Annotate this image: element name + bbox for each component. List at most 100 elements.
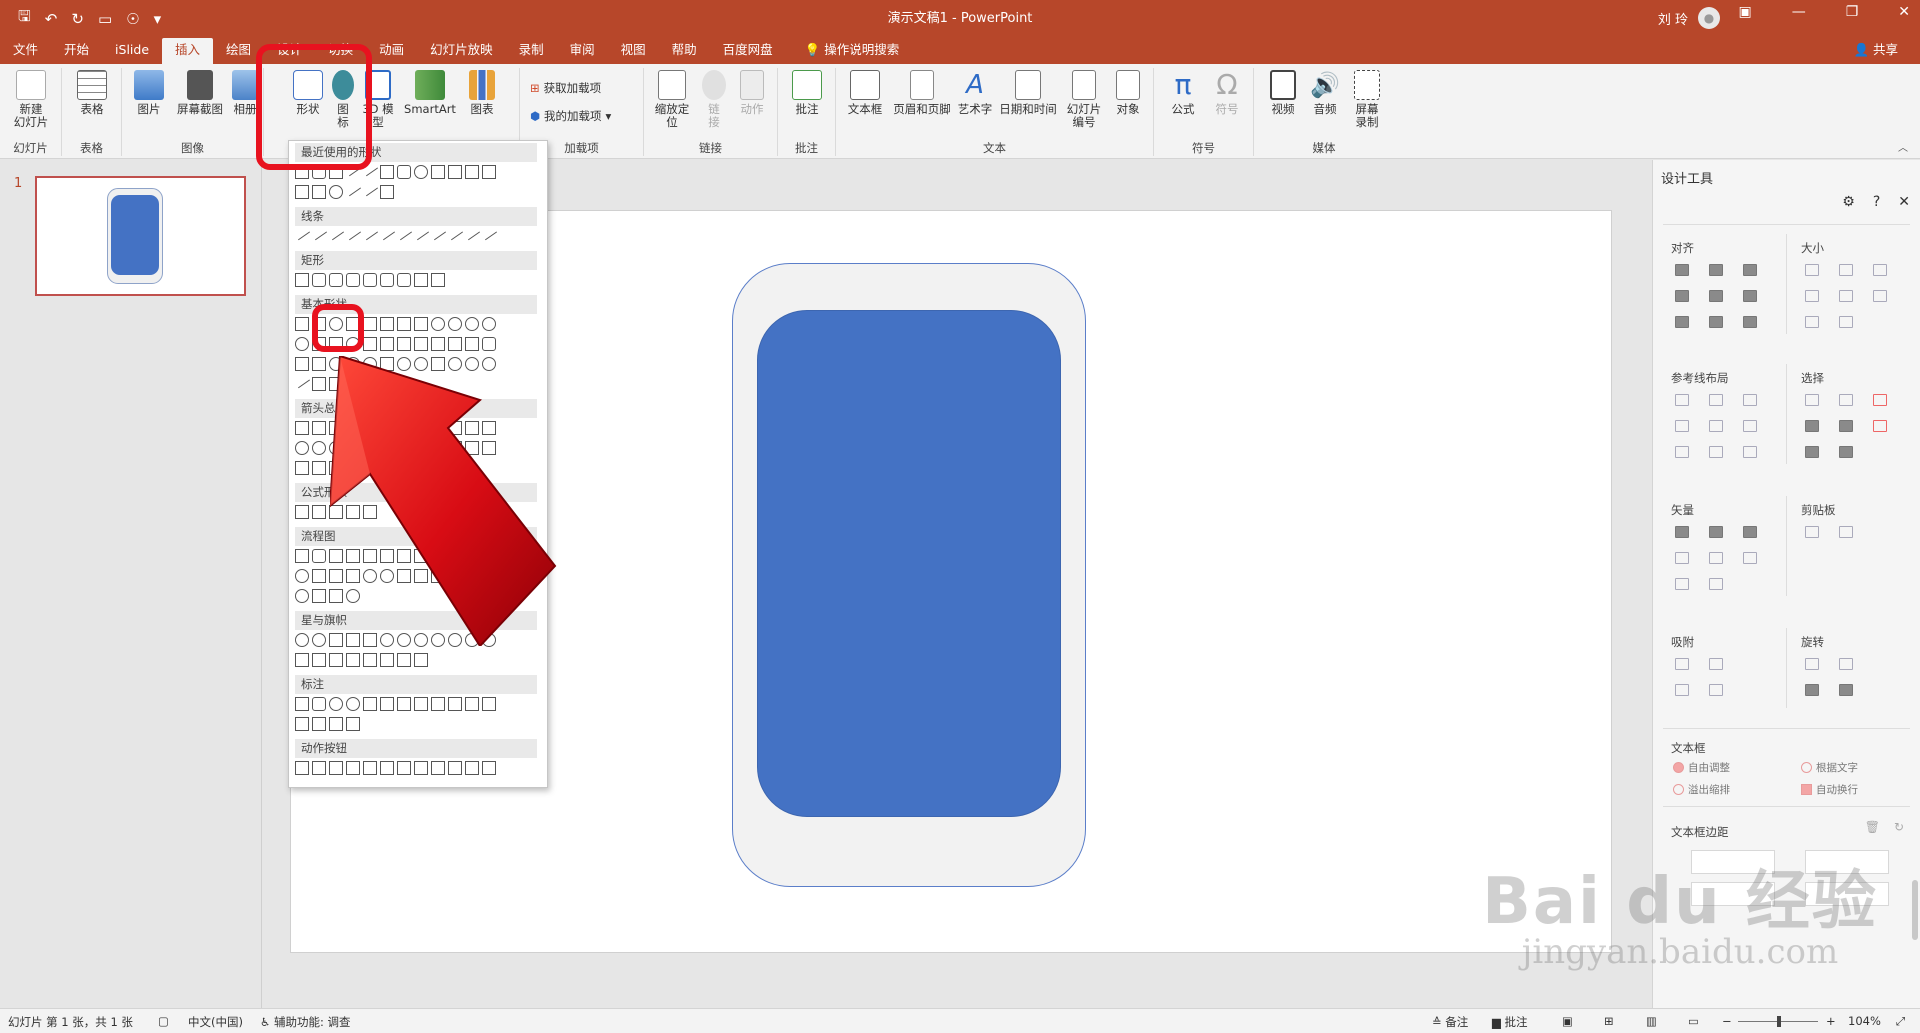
shape-item[interactable] <box>295 441 309 455</box>
zoom-level[interactable]: 104% <box>1848 1014 1881 1028</box>
shape-item[interactable] <box>363 653 377 667</box>
select-icon[interactable] <box>1873 420 1887 432</box>
shape-item[interactable] <box>380 185 394 199</box>
shape-item[interactable] <box>295 653 309 667</box>
wordart-button[interactable]: A 艺术字 <box>954 70 996 116</box>
shape-item[interactable] <box>482 337 496 351</box>
shape-item[interactable] <box>397 697 411 711</box>
design-pane-scrollbar[interactable] <box>1912 880 1918 940</box>
snap-icon[interactable] <box>1675 658 1689 670</box>
shape-item[interactable] <box>312 505 326 519</box>
tab-file[interactable]: 文件 <box>0 38 51 64</box>
shape-item[interactable] <box>344 225 362 241</box>
vector-icon[interactable] <box>1675 552 1689 564</box>
equation-button[interactable]: π 公式 <box>1160 70 1206 116</box>
shape-item[interactable] <box>465 337 479 351</box>
shape-item[interactable] <box>295 589 309 603</box>
zoom-slider-thumb[interactable] <box>1777 1016 1781 1027</box>
guide-icon[interactable] <box>1675 420 1689 432</box>
tab-animations[interactable]: 动画 <box>366 38 417 64</box>
shape-item[interactable] <box>412 225 430 241</box>
guide-icon[interactable] <box>1675 446 1689 458</box>
shape-item[interactable] <box>346 717 360 731</box>
action-button[interactable]: 动作 <box>732 70 772 116</box>
refresh-icon[interactable]: ↻ <box>1894 820 1904 834</box>
select-icon[interactable] <box>1805 420 1819 432</box>
fit-slide-icon[interactable]: ⤢ <box>1896 1014 1905 1029</box>
symbol-button[interactable]: Ω 符号 <box>1204 70 1250 116</box>
shape-item[interactable] <box>431 761 445 775</box>
select-icon[interactable] <box>1839 446 1853 458</box>
shape-item[interactable] <box>293 373 311 389</box>
size-icon[interactable] <box>1873 290 1887 302</box>
shape-item[interactable] <box>380 697 394 711</box>
avatar[interactable]: ● <box>1698 7 1720 29</box>
normal-view-icon[interactable]: ▣ <box>1562 1014 1573 1028</box>
shape-item[interactable] <box>395 225 413 241</box>
shape-item[interactable] <box>446 225 464 241</box>
snap-icon[interactable] <box>1709 684 1723 696</box>
shape-item[interactable] <box>312 633 326 647</box>
shape-item[interactable] <box>380 761 394 775</box>
close-icon[interactable]: ✕ <box>1898 4 1910 20</box>
vector-icon[interactable] <box>1709 578 1723 590</box>
shape-item[interactable] <box>295 717 309 731</box>
shape-item[interactable] <box>363 761 377 775</box>
shape-item[interactable] <box>414 653 428 667</box>
size-icon[interactable] <box>1805 316 1819 328</box>
shape-item[interactable] <box>397 165 411 179</box>
shape-item[interactable] <box>465 165 479 179</box>
fit-text-radio[interactable]: 根据文字 <box>1801 760 1858 775</box>
shape-item[interactable] <box>295 505 309 519</box>
flip-h-icon[interactable] <box>1805 684 1819 696</box>
guide-icon[interactable] <box>1743 394 1757 406</box>
shape-item[interactable] <box>380 653 394 667</box>
shape-item[interactable] <box>363 337 377 351</box>
video-button[interactable]: 视频 <box>1260 70 1306 116</box>
shape-item[interactable] <box>448 697 462 711</box>
align-center-icon[interactable] <box>1709 264 1723 276</box>
shape-item[interactable] <box>380 165 394 179</box>
align-right-icon[interactable] <box>1743 264 1757 276</box>
size-icon[interactable] <box>1839 316 1853 328</box>
notes-button[interactable]: ≙ 备注 <box>1432 1014 1468 1030</box>
help-icon[interactable]: ? <box>1873 194 1880 210</box>
shape-item[interactable] <box>295 185 309 199</box>
zoom-out-icon[interactable]: − <box>1722 1014 1732 1028</box>
shape-item[interactable] <box>295 761 309 775</box>
align-bottom-icon[interactable] <box>1743 290 1757 302</box>
shape-item[interactable] <box>448 337 462 351</box>
textbox-button[interactable]: 文本框 <box>842 70 888 116</box>
shape-item[interactable] <box>431 165 445 179</box>
shape-item[interactable] <box>414 317 428 331</box>
shape-item[interactable] <box>397 273 411 287</box>
shape-item[interactable] <box>380 317 394 331</box>
rotate-right-icon[interactable] <box>1839 658 1853 670</box>
overflow-radio[interactable]: 溢出缩排 <box>1673 782 1730 797</box>
tab-insert[interactable]: 插入 <box>162 38 214 64</box>
guide-icon[interactable] <box>1709 394 1723 406</box>
shape-item[interactable] <box>329 273 343 287</box>
close-pane-icon[interactable]: ✕ <box>1898 194 1910 210</box>
shape-item[interactable] <box>482 165 496 179</box>
header-footer-button[interactable]: 页眉和页脚 <box>890 70 954 116</box>
copy-icon[interactable] <box>1805 526 1819 538</box>
shape-item[interactable] <box>295 697 309 711</box>
tab-home[interactable]: 开始 <box>51 38 102 64</box>
shape-item[interactable] <box>363 317 377 331</box>
distribute-v-icon[interactable] <box>1709 316 1723 328</box>
shape-item[interactable] <box>312 653 326 667</box>
tab-review[interactable]: 审阅 <box>557 38 608 64</box>
shape-item[interactable] <box>414 761 428 775</box>
get-addins-button[interactable]: ⊞ 获取加载项 <box>530 80 601 96</box>
vector-icon[interactable] <box>1743 526 1757 538</box>
shape-item[interactable] <box>465 697 479 711</box>
tab-islide[interactable]: iSlide <box>102 38 162 64</box>
comments-button[interactable]: ▆ 批注 <box>1492 1014 1528 1030</box>
shape-item[interactable] <box>361 225 379 241</box>
shape-item[interactable] <box>363 697 377 711</box>
shape-item[interactable] <box>431 337 445 351</box>
link-button[interactable]: 链 接 <box>696 70 732 129</box>
shape-item[interactable] <box>295 337 309 351</box>
shape-item[interactable] <box>431 273 445 287</box>
